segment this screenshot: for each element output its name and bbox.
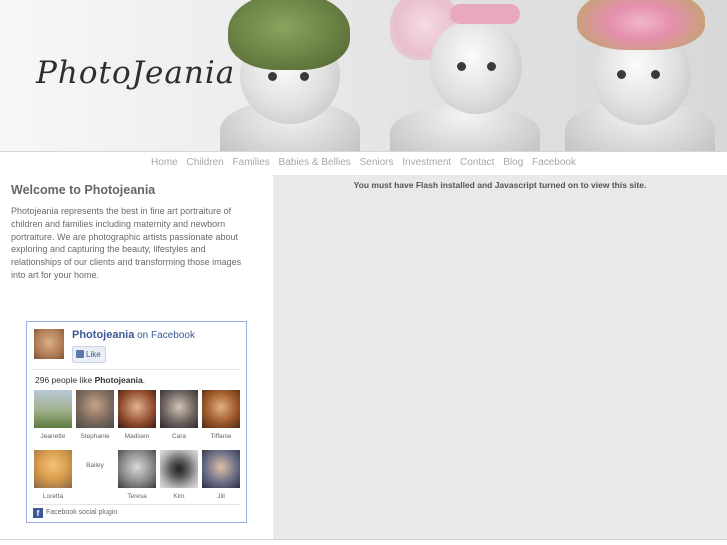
page: PhotoJeania Home Children Families Babie… <box>0 0 727 545</box>
facebook-page-avatar[interactable] <box>34 329 64 359</box>
friend-avatar <box>34 450 72 488</box>
friend-name: Tiffanie <box>210 433 232 440</box>
facebook-page-name[interactable]: Photojeania <box>72 329 134 341</box>
facebook-like-button[interactable]: Like <box>72 346 106 363</box>
friend-name: Jill <box>217 493 225 500</box>
divider <box>33 504 240 505</box>
count-prefix: 296 people like <box>35 375 93 385</box>
facebook-icon: f <box>33 508 43 518</box>
thumbs-up-icon <box>76 350 84 358</box>
friend-name: Jeanette <box>40 433 66 440</box>
facebook-friend[interactable]: Teresa <box>118 450 156 500</box>
facebook-friend[interactable]: Tiffanie <box>202 390 240 440</box>
flash-content-area: You must have Flash installed and Javasc… <box>273 175 727 539</box>
flash-notice: You must have Flash installed and Javasc… <box>353 180 647 190</box>
facebook-like-box: Photojeania on Facebook Like 296 people … <box>26 321 247 523</box>
friend-name: Teresa <box>127 493 147 500</box>
facebook-friend[interactable]: Jill <box>202 450 240 500</box>
friend-name: Cara <box>171 433 187 440</box>
friend-name: Kim <box>173 493 185 500</box>
nav-home[interactable]: Home <box>151 157 178 168</box>
header-banner: PhotoJeania <box>0 0 727 151</box>
nav-contact[interactable]: Contact <box>460 157 494 168</box>
nav-investment[interactable]: Investment <box>402 157 451 168</box>
like-label: Like <box>86 350 101 359</box>
baby-photo-pink-headband <box>385 0 550 151</box>
friend-name: Loretta <box>42 493 64 500</box>
facebook-on-facebook: on Facebook <box>137 330 195 341</box>
facebook-plugin-footer[interactable]: f Facebook social plugin <box>33 508 117 518</box>
count-suffix: . <box>142 375 146 385</box>
facebook-page-title[interactable]: Photojeania on Facebook <box>72 329 195 341</box>
friend-avatar <box>160 450 198 488</box>
friend-avatar <box>202 450 240 488</box>
facebook-friend[interactable]: Madisen <box>118 390 156 440</box>
baby-photo-green-hat <box>210 0 370 151</box>
friend-name: Madisen <box>124 433 150 440</box>
footer-divider <box>0 539 727 540</box>
friend-avatar <box>160 390 198 428</box>
main-nav: Home Children Families Babies & Bellies … <box>0 151 727 176</box>
facebook-friend[interactable]: Cara <box>160 390 198 440</box>
left-column: Welcome to Photojeania Photojeania repre… <box>0 175 272 539</box>
friend-avatar <box>202 390 240 428</box>
nav-facebook[interactable]: Facebook <box>532 157 576 168</box>
nav-children[interactable]: Children <box>187 157 224 168</box>
baby-photo-flower-hat <box>565 0 727 151</box>
friend-avatar <box>34 390 72 428</box>
facebook-friend[interactable]: Loretta <box>34 450 72 500</box>
facebook-friend[interactable]: Bailey <box>76 450 114 469</box>
friend-name: Bailey <box>86 462 104 469</box>
plugin-label: Facebook social plugin <box>46 509 118 516</box>
friend-avatar <box>118 450 156 488</box>
welcome-title: Welcome to Photojeania <box>11 183 156 197</box>
welcome-text: Photojeania represents the best in fine … <box>11 206 242 280</box>
nav-families[interactable]: Families <box>233 157 270 168</box>
facebook-like-count: 296 people like Photojeania. <box>35 375 145 385</box>
friend-name: Stephanie <box>80 433 110 440</box>
divider <box>33 369 240 370</box>
friend-avatar <box>76 390 114 428</box>
facebook-friend[interactable]: Kim <box>160 450 198 500</box>
nav-blog[interactable]: Blog <box>503 157 523 168</box>
nav-babies-bellies[interactable]: Babies & Bellies <box>279 157 351 168</box>
friend-avatar <box>118 390 156 428</box>
nav-seniors[interactable]: Seniors <box>360 157 394 168</box>
facebook-friend[interactable]: Stephanie <box>76 390 114 440</box>
facebook-friend[interactable]: Jeanette <box>34 390 72 440</box>
site-logo[interactable]: PhotoJeania <box>36 55 235 91</box>
count-page-name[interactable]: Photojeania <box>95 375 143 385</box>
